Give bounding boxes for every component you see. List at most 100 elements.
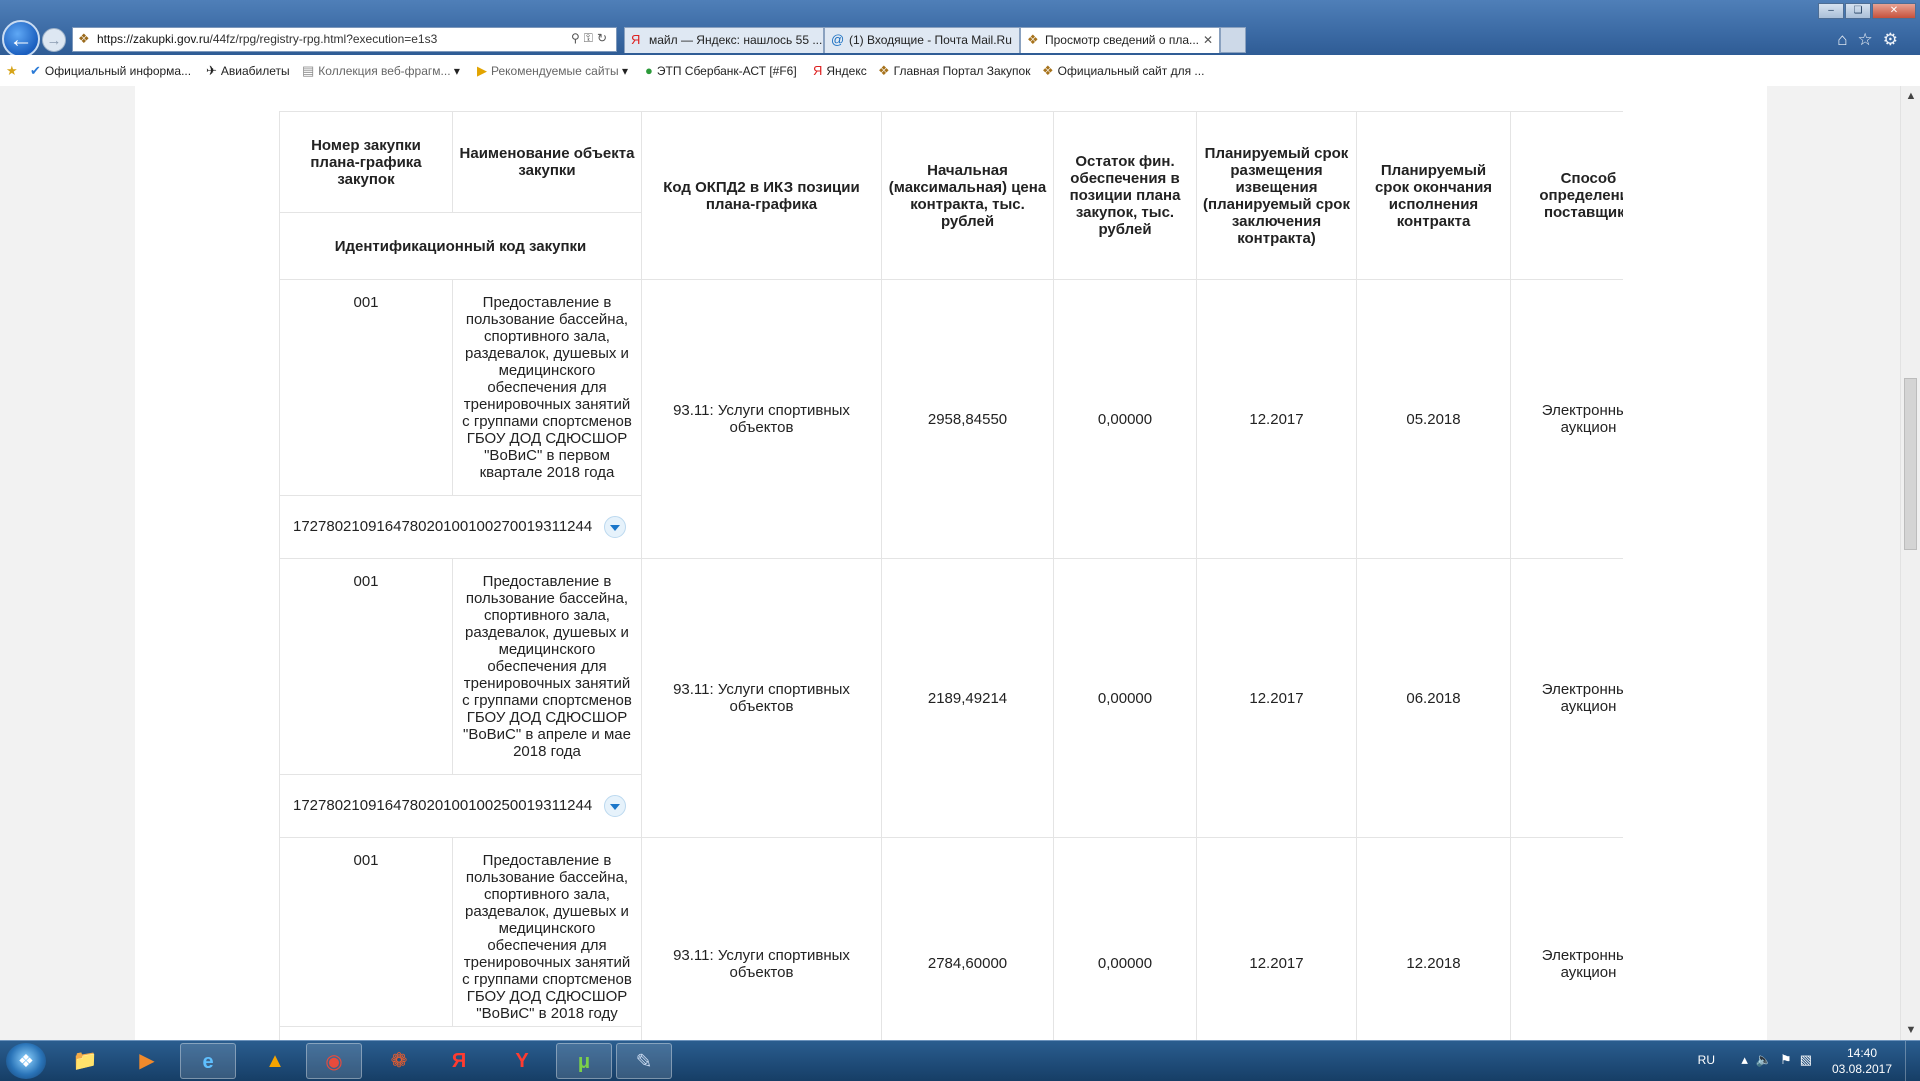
minimize-button[interactable]: – [1818, 3, 1844, 19]
avast-icon[interactable]: ▲ [247, 1043, 303, 1079]
tab-label: Просмотр сведений о пла... [1045, 33, 1200, 47]
cell-price: 2958,84550 [881, 279, 1054, 559]
yandex-icon: Я [813, 63, 823, 78]
windows-logo-icon: ❖ [17, 1051, 35, 1071]
header-price: Начальная (максимальная) цена контракта,… [881, 111, 1054, 280]
favorite-item-official-info[interactable]: ✔ Официальный информа... [30, 63, 191, 79]
header-name: Наименование объекта закупки [452, 111, 642, 213]
favorite-item-avia[interactable]: ✈ Авиабилеты [206, 63, 290, 79]
favorite-item-webslices[interactable]: ▤ Коллекция веб-фрагм... ▾ [302, 63, 460, 79]
forward-button[interactable]: → [42, 28, 66, 52]
ikz-code: 172780210916478020100100270019311244 [293, 517, 593, 535]
expand-chevron-icon[interactable] [604, 795, 627, 817]
clock-time: 14:40 [1846, 1046, 1878, 1060]
cell-end-date: 05.2018 [1356, 279, 1511, 559]
scroll-up-arrow-icon[interactable]: ▲ [1901, 86, 1920, 106]
check-icon: ✔ [30, 63, 41, 78]
cell-method: Электронный аукцион [1510, 279, 1623, 559]
cell-end-date: 12.2018 [1356, 837, 1511, 1040]
start-button[interactable]: ❖ [6, 1043, 46, 1079]
chrome-icon[interactable]: ◉ [306, 1043, 362, 1079]
tab-mail-inbox[interactable]: @ (1) Входящие - Почта Mail.Ru [824, 27, 1020, 53]
clock-date: 03.08.2017 [1831, 1062, 1893, 1076]
gear-icon[interactable]: ⚙ [1883, 30, 1908, 49]
cell-placement-date: 12.2017 [1196, 279, 1357, 559]
windows-taskbar: ❖ 📁 ▶ e ▲ ◉ ❁ Я Y μ ✎ RU ▴🔈⚑▧ 14:40 03.0… [0, 1040, 1920, 1081]
plan-schedule-table: Номер закупки плана-графика закупок Наим… [279, 111, 1623, 1040]
cell-ikz [279, 1026, 642, 1040]
url-text[interactable]: https://zakupki.gov.ru/44fz/rpg/registry… [97, 32, 437, 46]
browser-title-area: ← → ❖ https://zakupki.gov.ru/44fz/rpg/re… [0, 0, 1920, 58]
tab-yandex-search[interactable]: Я майл — Яндекс: нашлось 55 ... [624, 27, 824, 53]
explorer-icon[interactable]: 📁 [57, 1043, 113, 1079]
site-emblem-icon: ❖ [78, 31, 90, 46]
back-button[interactable]: ← [2, 20, 40, 58]
browser-toolbar-icons: ⌂☆⚙ [1837, 30, 1908, 50]
scroll-down-arrow-icon[interactable]: ▼ [1901, 1020, 1920, 1040]
header-method: Способ определения поставщика [1510, 111, 1623, 280]
address-tools: ⚲⚿↻ [571, 31, 611, 46]
favorite-item-official-site[interactable]: ❖ Официальный сайт для ... [1042, 63, 1204, 79]
home-icon[interactable]: ⌂ [1837, 30, 1857, 49]
favorite-label: Официальный информа... [44, 64, 192, 78]
sber-icon: ● [645, 63, 653, 78]
cell-ikz: 172780210916478020100100270019311244 [279, 495, 642, 559]
clock[interactable]: 14:40 03.08.2017 [1828, 1045, 1896, 1077]
favorite-item-suggested[interactable]: ▶ Рекомендуемые сайты ▾ [477, 63, 628, 79]
yandex-icon: Я [631, 32, 641, 47]
emblem-icon: ❖ [1042, 63, 1054, 78]
show-hidden-icons-icon[interactable]: ▴ [1741, 1052, 1756, 1067]
network-icon[interactable]: ▧ [1800, 1052, 1820, 1067]
favorites-bar: ★ ✔ Официальный информа... ✈ Авиабилеты ▤ К… [0, 55, 1920, 87]
favorite-label: Официальный сайт для ... [1057, 64, 1205, 78]
yandex-browser-icon[interactable]: Я [431, 1043, 487, 1079]
search-icon[interactable]: ⚲ [571, 31, 584, 45]
address-bar[interactable]: ❖ https://zakupki.gov.ru/44fz/rpg/regist… [72, 27, 617, 52]
ie-icon[interactable]: e [180, 1043, 236, 1079]
cell-name: Предоставление в пользование бассейна, с… [452, 279, 642, 496]
webslice-icon: ▤ [302, 63, 315, 78]
yandex-icon[interactable]: Y [494, 1043, 550, 1079]
new-tab-button[interactable] [1220, 27, 1246, 53]
system-tray: RU ▴🔈⚑▧ 14:40 03.08.2017 [1660, 1041, 1920, 1081]
header-okpd: Код ОКПД2 в ИКЗ позиции плана-графика [641, 111, 882, 280]
refresh-icon[interactable]: ↻ [597, 31, 611, 45]
media-player-icon[interactable]: ▶ [119, 1043, 175, 1079]
lock-icon[interactable]: ⚿ [584, 31, 597, 45]
cell-ikz: 172780210916478020100100250019311244 [279, 774, 642, 838]
volume-icon[interactable]: 🔈 [1756, 1052, 1780, 1067]
scroll-thumb[interactable] [1904, 378, 1917, 550]
tray-icons: ▴🔈⚑▧ [1741, 1052, 1820, 1068]
favorite-label: Яндекс [826, 64, 867, 78]
cell-end-date: 06.2018 [1356, 558, 1511, 838]
reel-icon[interactable]: ❁ [371, 1043, 427, 1079]
page-viewport: Номер закупки плана-графика закупок Наим… [0, 86, 1900, 1040]
language-indicator[interactable]: RU [1698, 1053, 1715, 1067]
paint-icon[interactable]: ✎ [616, 1043, 672, 1079]
favorite-item-zakupki-portal[interactable]: ❖ Главная Портал Закупок [878, 63, 1030, 79]
cell-name: Предоставление в пользование бассейна, с… [452, 837, 642, 1027]
window-controls: – ❏ ✕ [1817, 0, 1916, 19]
emblem-icon: ❖ [878, 63, 890, 78]
expand-chevron-icon[interactable] [604, 516, 627, 538]
favorite-item-yandex[interactable]: Я Яндекс [813, 63, 867, 78]
suggested-sites-icon: ▶ [477, 63, 487, 78]
utorrent-icon[interactable]: μ [556, 1043, 612, 1079]
vertical-scrollbar[interactable]: ▲ ▼ [1900, 86, 1920, 1040]
url-domain: https://zakupki.gov.ru [97, 32, 210, 46]
favorites-star-icon[interactable]: ★ [6, 63, 22, 79]
flag-icon[interactable]: ⚑ [1780, 1052, 1800, 1067]
arrow-right-icon: → [46, 32, 62, 49]
cell-number: 001 [279, 837, 453, 1027]
star-icon[interactable]: ☆ [1858, 30, 1883, 49]
chevron-down-icon: ▾ [453, 64, 460, 78]
favorite-item-sberbank-ast[interactable]: ● ЭТП Сбербанк-АСТ [#F6] [645, 63, 797, 78]
header-ikz: Идентификационный код закупки [279, 212, 642, 280]
tab-plan-view[interactable]: ❖ Просмотр сведений о пла... ✕ [1020, 27, 1220, 53]
show-desktop-button[interactable] [1905, 1041, 1920, 1081]
maximize-button[interactable]: ❏ [1845, 3, 1871, 19]
cell-okpd: 93.11: Услуги спортивных объектов [641, 558, 882, 838]
close-window-button[interactable]: ✕ [1872, 3, 1916, 19]
plane-icon: ✈ [206, 63, 217, 78]
close-tab-icon[interactable]: ✕ [1203, 28, 1213, 52]
